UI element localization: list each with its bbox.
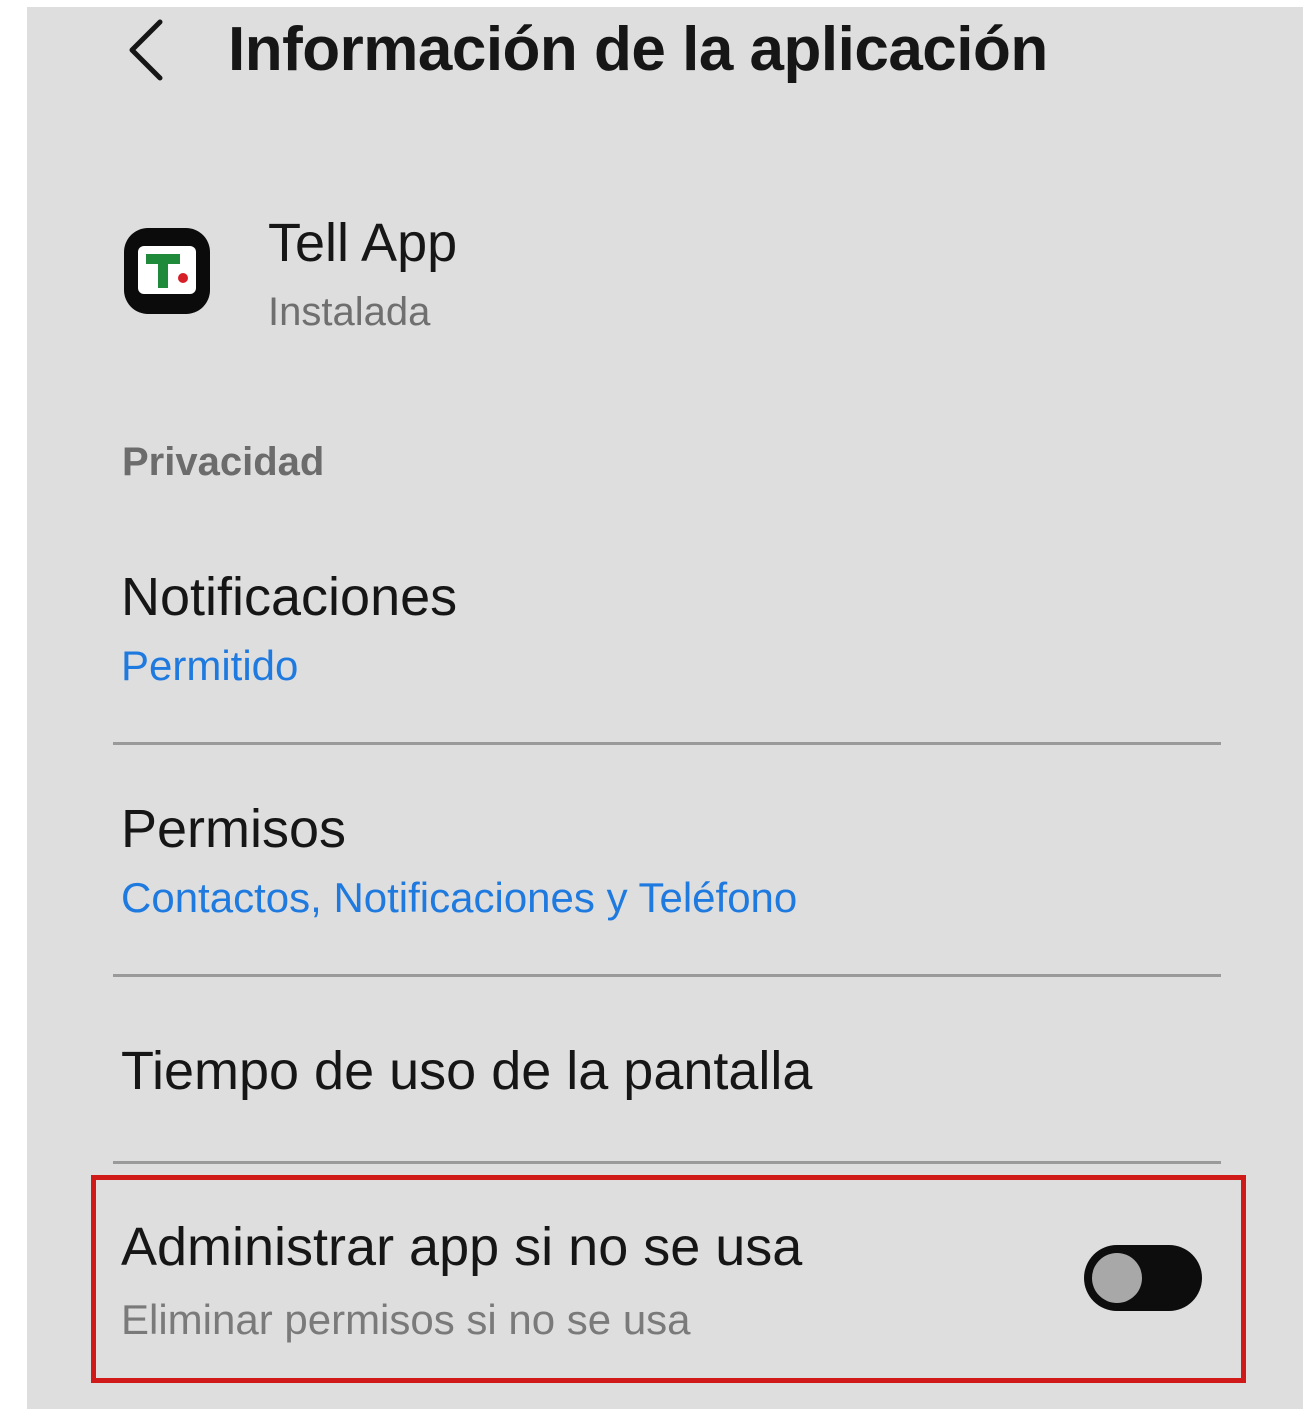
app-install-status: Instalada	[268, 290, 431, 334]
permissions-summary: Contactos, Notificaciones y Teléfono	[121, 874, 798, 921]
notifications-title: Notificaciones	[121, 567, 458, 627]
tell-app-logo-icon	[122, 226, 212, 316]
section-header-privacy: Privacidad	[122, 440, 325, 484]
back-button[interactable]	[118, 14, 174, 86]
app-name: Tell App	[268, 213, 458, 273]
page-title: Información de la aplicación	[228, 15, 1048, 84]
permissions-title: Permisos	[121, 799, 347, 859]
divider	[113, 1161, 1221, 1164]
divider	[113, 974, 1221, 977]
divider	[113, 742, 1221, 745]
highlight-annotation-box	[91, 1175, 1246, 1383]
screen-time-title: Tiempo de uso de la pantalla	[121, 1041, 813, 1101]
permissions-row[interactable]: Permisos Contactos, Notificaciones y Tel…	[113, 772, 1221, 962]
notifications-row[interactable]: Notificaciones Permitido	[113, 540, 1221, 730]
screen-time-row[interactable]: Tiempo de uso de la pantalla	[113, 1004, 1221, 1154]
chevron-left-icon	[129, 19, 163, 81]
notifications-status: Permitido	[121, 642, 299, 689]
